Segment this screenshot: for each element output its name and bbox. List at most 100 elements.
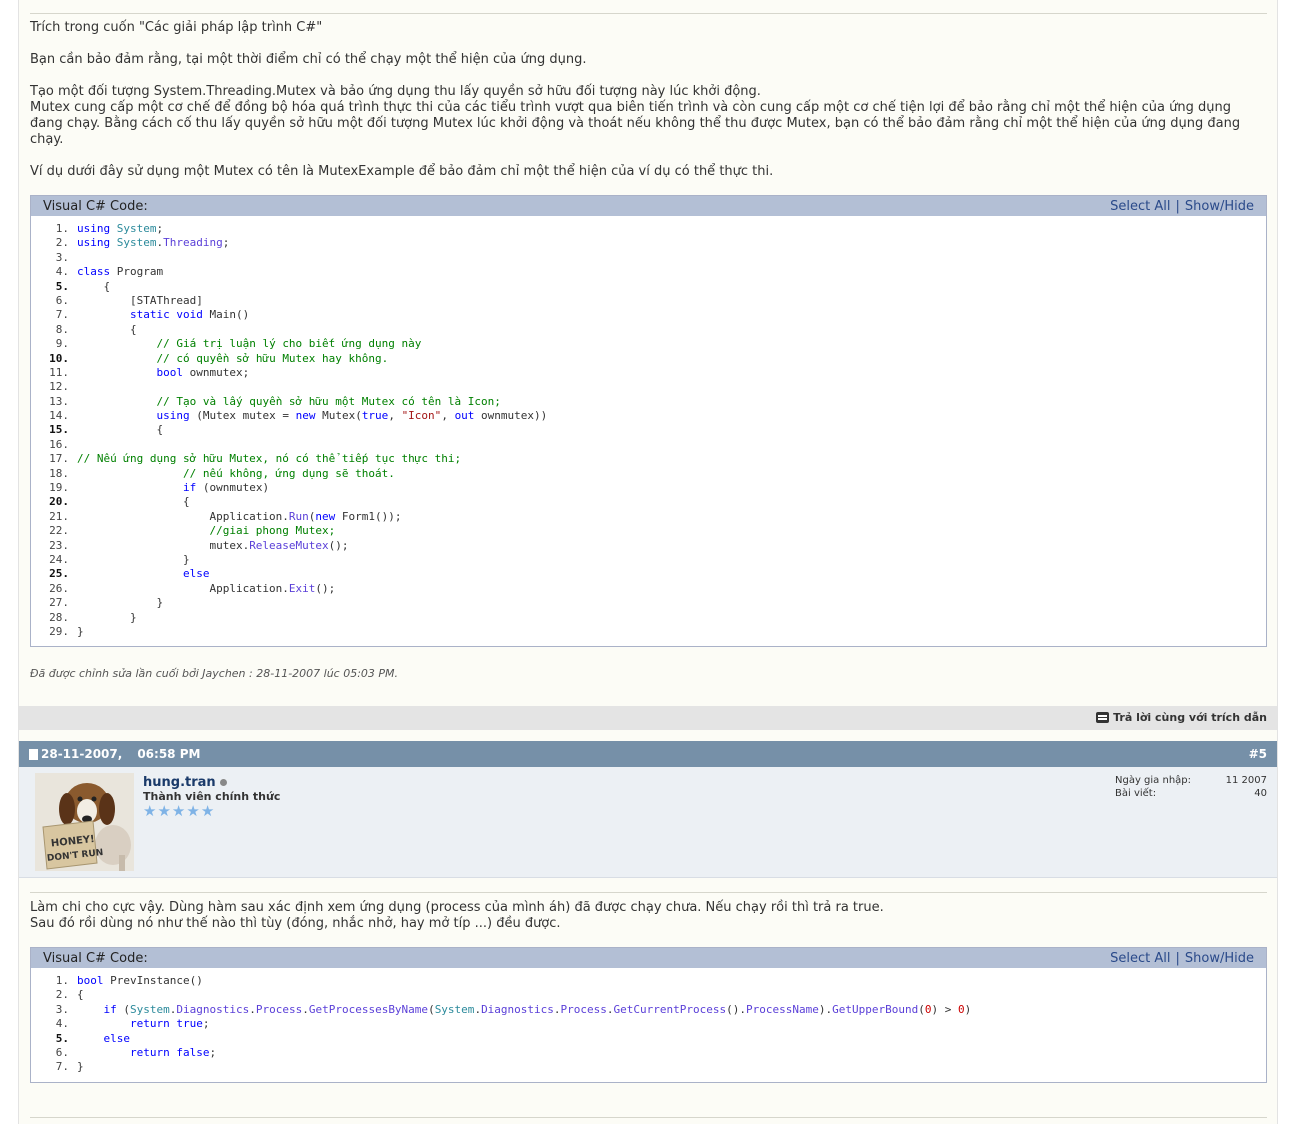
- user-rank-stars: ★ ★ ★ ★ ★: [143, 804, 214, 819]
- avatar[interactable]: HONEY! DON'T RUN: [35, 773, 134, 871]
- star-icon: ★: [186, 802, 200, 820]
- select-all-link[interactable]: Select All: [1110, 199, 1170, 214]
- code-line: 1. bool PrevInstance(): [31, 974, 1266, 988]
- username: hung.tran: [143, 775, 216, 790]
- line-number: 4.: [55, 1017, 69, 1031]
- thread-container: Trích trong cuốn "Các giải pháp lập trìn…: [18, 0, 1278, 1124]
- code-line: 7.}: [31, 1060, 1266, 1074]
- line-number: 9.: [55, 337, 69, 351]
- code-line: 5. {: [31, 280, 1266, 294]
- code-block-actions: Select All | Show/Hide: [1110, 951, 1254, 966]
- line-number: 4.: [55, 265, 69, 279]
- line-number: 23.: [49, 538, 69, 552]
- line-number: 21.: [49, 509, 69, 523]
- star-icon: ★: [171, 802, 186, 820]
- code-block: Visual C# Code: Select All | Show/Hide 1. u…: [30, 195, 1267, 647]
- line-number: 29.: [49, 624, 69, 638]
- divider: [30, 1117, 1267, 1118]
- code-text: class Program: [77, 265, 164, 279]
- line-number: 7.: [55, 1060, 69, 1074]
- line-number: 2.: [55, 988, 69, 1002]
- edited-note: Đã được chỉnh sửa lần cuối bởi Jaychen :…: [30, 667, 399, 680]
- code-text: return false;: [129, 1045, 217, 1059]
- code-text: // Nếu ứng dụng sở hữu Mutex, nó có thể …: [77, 452, 462, 466]
- line-number: 26.: [49, 581, 69, 595]
- post-number-link[interactable]: #5: [1249, 747, 1267, 761]
- user-stats: Ngày gia nhập: 11 2007 Bài viết: 40: [1115, 775, 1267, 800]
- code-text: static void Main(): [129, 308, 250, 322]
- code-text: bool PrevInstance(): [77, 974, 203, 987]
- join-date-row: Ngày gia nhập: 11 2007: [1115, 775, 1267, 788]
- code-block-header: Visual C# Code: Select All | Show/Hide: [31, 196, 1266, 216]
- code-line: 27. }: [31, 596, 1266, 610]
- code-text: [STAThread]: [77, 293, 203, 307]
- code-text: bool ownmutex;: [156, 365, 250, 379]
- code-text: //giai phong Mutex;: [209, 524, 336, 538]
- line-number: 3.: [55, 1002, 69, 1016]
- post-count-row: Bài viết: 40: [1115, 788, 1267, 801]
- code-line: 16.: [31, 438, 1266, 452]
- code-line: 13. // Tạo và lấy quyền sở hữu một Mutex…: [31, 395, 1266, 409]
- show-hide-link[interactable]: Show/Hide: [1185, 951, 1254, 966]
- code-line: 12.: [31, 380, 1266, 394]
- code-body[interactable]: 1. bool PrevInstance() 2. {3. if (System.Di…: [31, 968, 1266, 1079]
- code-text: {: [77, 279, 111, 293]
- line-number: 22.: [49, 524, 69, 538]
- code-line: 14. using (Mutex mutex = new Mutex(true,…: [31, 409, 1266, 423]
- star-icon: ★: [157, 802, 171, 820]
- post-time-text: 06:58 PM: [137, 747, 201, 761]
- line-number: 15.: [49, 423, 69, 437]
- link-separator: |: [1175, 951, 1180, 966]
- code-line: 6. [STAThread]: [31, 294, 1266, 308]
- code-text: // nếu không, ứng dụng sẽ thoát.: [182, 466, 395, 480]
- line-number: 20.: [49, 495, 69, 509]
- quote-icon: [1096, 712, 1110, 723]
- code-line: 8. {: [31, 323, 1266, 337]
- line-number: 10.: [49, 351, 69, 365]
- line-number: 3.: [55, 250, 69, 264]
- code-block-title: Visual C# Code:: [43, 951, 148, 966]
- code-line: 19. if (ownmutex): [31, 481, 1266, 495]
- select-all-link[interactable]: Select All: [1110, 951, 1170, 966]
- code-text: }: [77, 552, 190, 566]
- post-text: Bạn cần bảo đảm rằng, tại một thời điểm …: [30, 52, 587, 67]
- code-line: 26. Application.Exit();: [31, 582, 1266, 596]
- line-number: 12.: [49, 380, 69, 394]
- user-info-bar: HONEY! DON'T RUN hung.tran Thành viên ch…: [19, 767, 1277, 878]
- line-number: 14.: [49, 409, 69, 423]
- code-text: Application.Exit();: [77, 581, 336, 595]
- code-text: {: [77, 495, 190, 509]
- code-block-actions: Select All | Show/Hide: [1110, 199, 1254, 214]
- code-text: else: [182, 567, 210, 581]
- code-line: 10. // có quyền sở hữu Mutex hay không.: [31, 352, 1266, 366]
- code-text: return true;: [129, 1017, 210, 1031]
- star-icon: ★: [143, 802, 157, 820]
- username-link[interactable]: hung.tran: [143, 775, 227, 790]
- quote-reply-button[interactable]: Trả lời cùng với trích dẫn: [1096, 711, 1267, 724]
- code-block: Visual C# Code: Select All | Show/Hide 1. b…: [30, 947, 1267, 1083]
- code-text: else: [103, 1031, 131, 1045]
- quote-reply-label: Trả lời cùng với trích dẫn: [1113, 711, 1267, 724]
- line-number: 13.: [49, 394, 69, 408]
- line-number: 5.: [55, 1031, 69, 1045]
- post-count-value: 40: [1254, 787, 1267, 799]
- code-line: 5. else: [31, 1032, 1266, 1046]
- line-number: 2.: [55, 236, 69, 250]
- link-separator: |: [1175, 199, 1180, 214]
- line-number: 27.: [49, 596, 69, 610]
- line-number: 11.: [49, 365, 69, 379]
- code-line: 22. //giai phong Mutex;: [31, 524, 1266, 538]
- code-body[interactable]: 1. using System; 2. using System.Threading;…: [31, 216, 1266, 643]
- code-line: 4. class Program: [31, 265, 1266, 279]
- code-text: // có quyền sở hữu Mutex hay không.: [156, 351, 389, 365]
- code-text: {: [77, 423, 164, 437]
- line-number: 1.: [55, 974, 69, 987]
- post-text: Ví dụ dưới đây sử dụng một Mutex có tên …: [30, 164, 774, 179]
- code-line: 3. if (System.Diagnostics.Process.GetPro…: [31, 1003, 1266, 1017]
- code-line: 6. return false;: [31, 1046, 1266, 1060]
- show-hide-link[interactable]: Show/Hide: [1185, 199, 1254, 214]
- code-line: 21. Application.Run(new Form1());: [31, 510, 1266, 524]
- star-icon: ★: [200, 802, 215, 820]
